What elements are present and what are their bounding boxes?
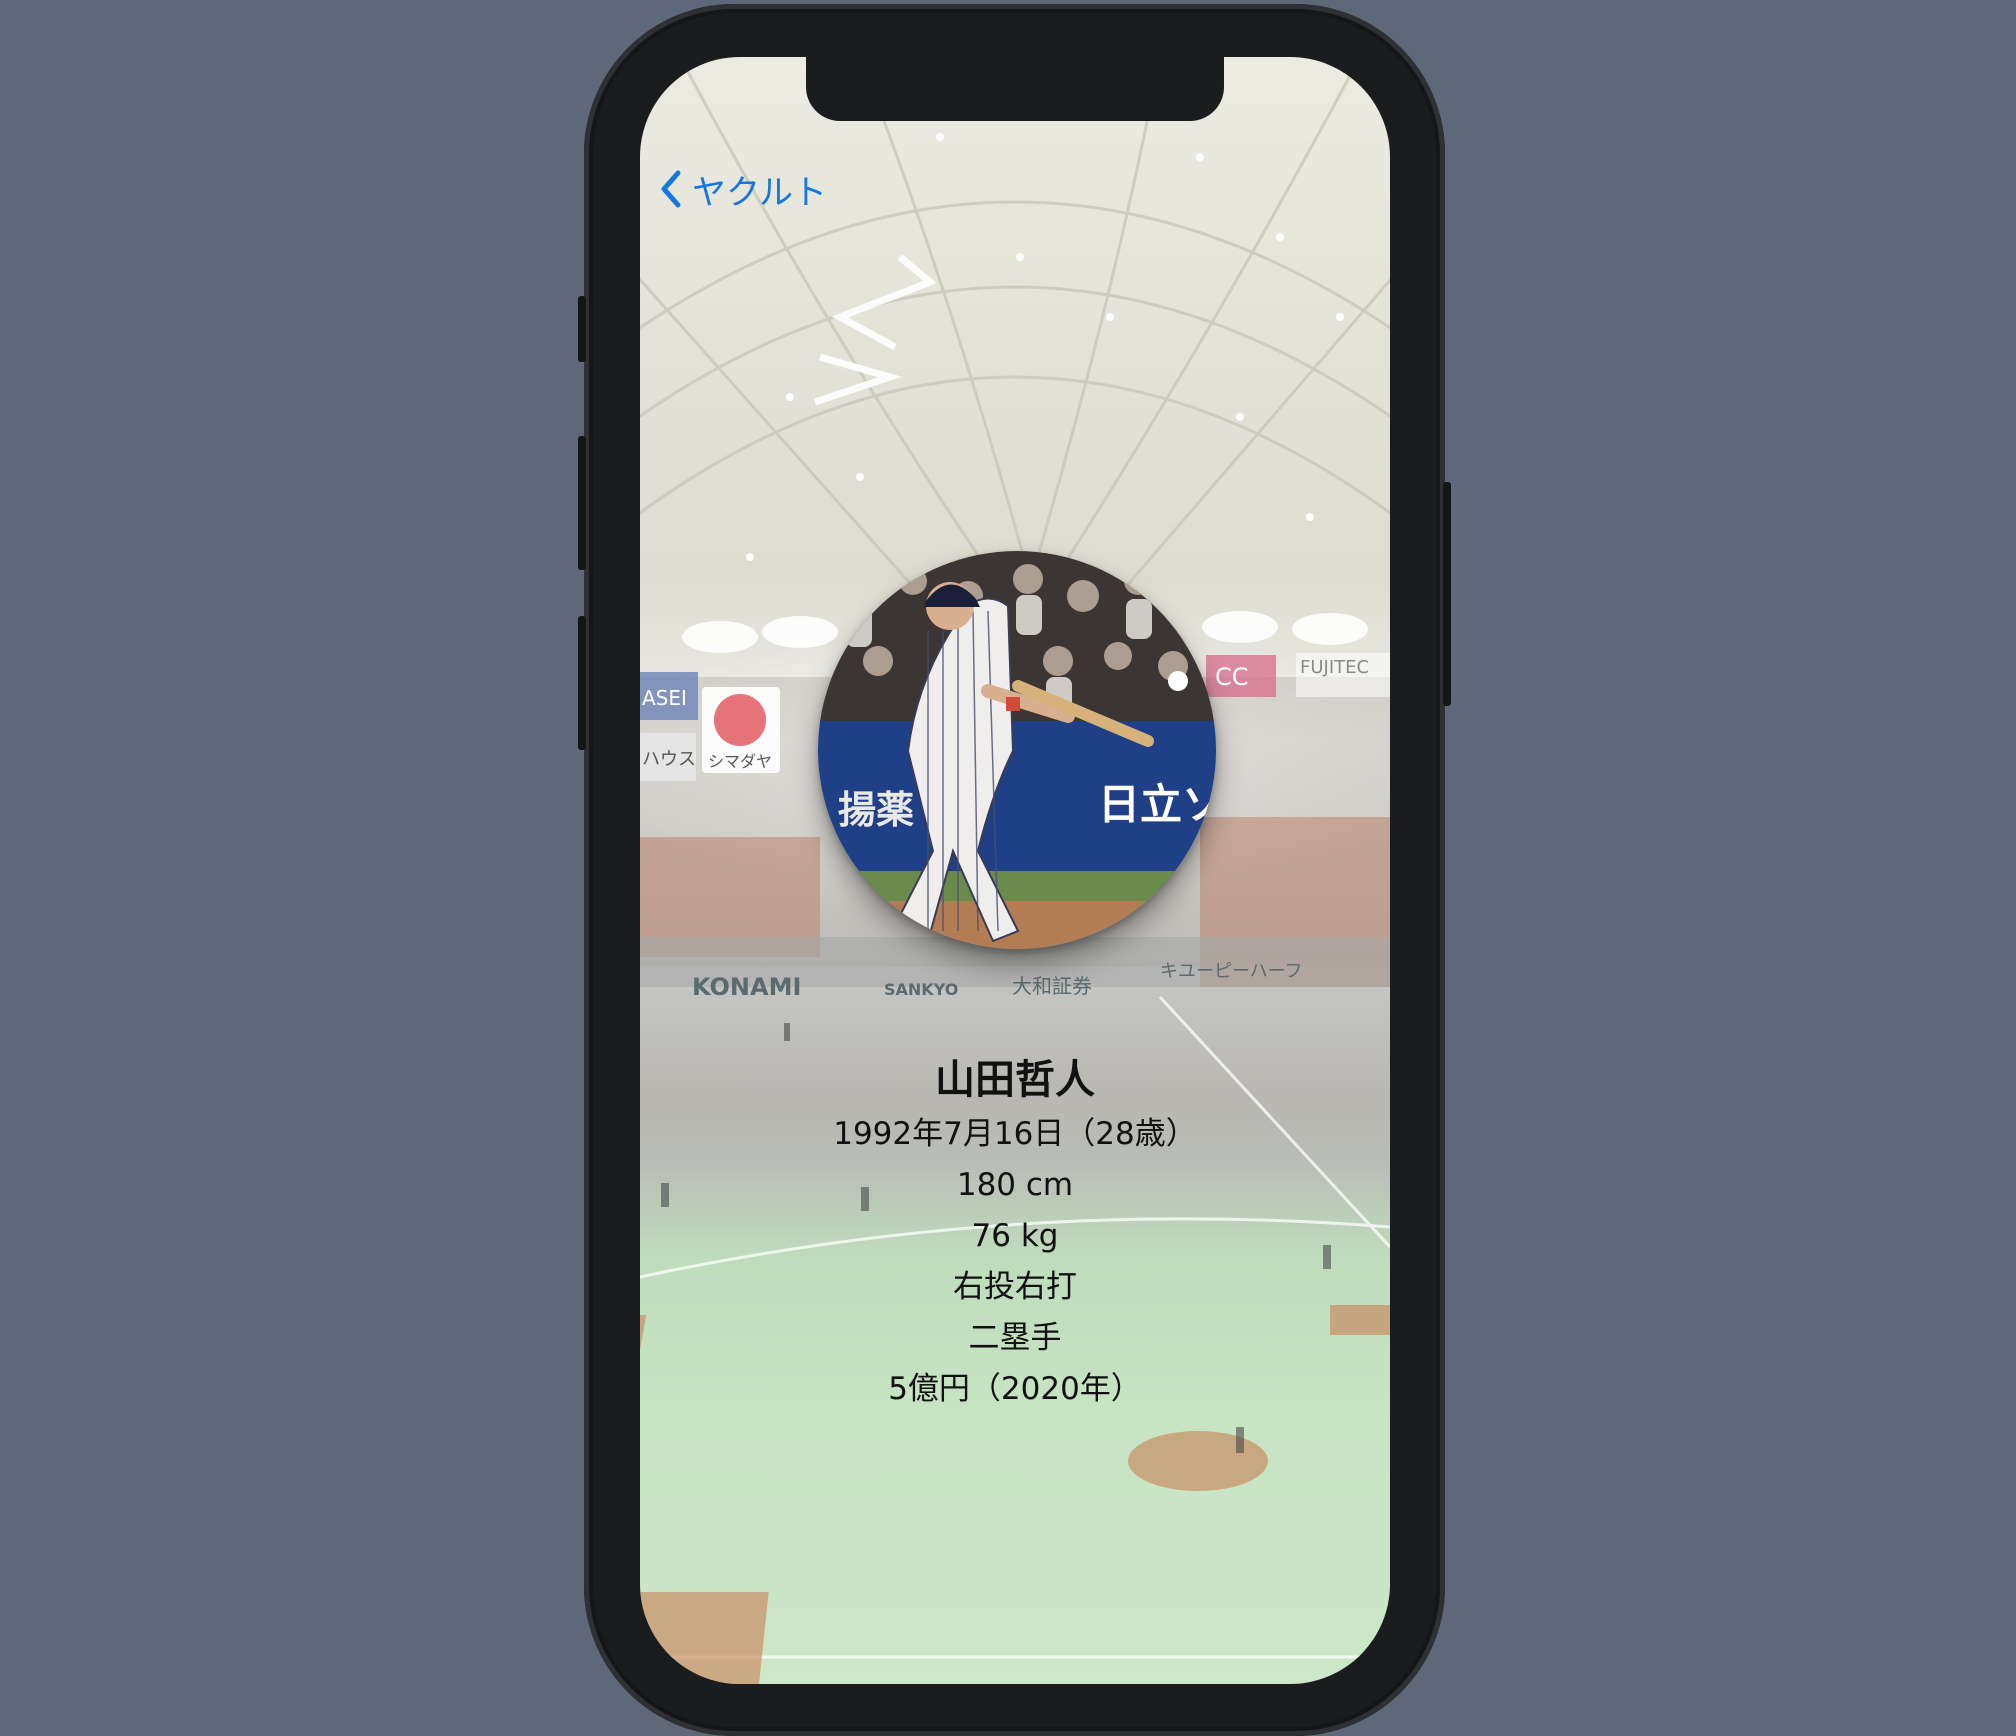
svg-text:CC: CC (1215, 663, 1249, 691)
player-name: 山田哲人 (935, 1057, 1095, 1103)
svg-text:ハウス: ハウス (642, 749, 696, 770)
svg-text:ASEI: ASEI (642, 686, 687, 710)
player-birthdate: 1992年7月16日（28歳） (833, 1116, 1197, 1152)
app-screen: ASEI シマダヤ ハウス CC FUJITEC KONAMI SANKYO 大… (640, 57, 1390, 1684)
back-button-label: ヤクルト (692, 172, 827, 213)
svg-text:大和証券: 大和証券 (1012, 974, 1092, 998)
svg-text:SANKYO: SANKYO (884, 980, 958, 999)
back-button[interactable]: ヤクルト (658, 167, 827, 213)
player-info: 山田哲人 1992年7月16日（28歳） 180 cm 76 kg 右投右打 二… (640, 1051, 1390, 1415)
player-photo-image: 日立ソ 揚薬 (818, 551, 1216, 949)
player-height: 180 cm (956, 1167, 1074, 1203)
svg-text:FUJITEC: FUJITEC (1300, 657, 1369, 678)
player-position: 二塁手 (968, 1320, 1062, 1356)
notch (806, 57, 1224, 121)
player-salary: 5億円（2020年） (888, 1371, 1142, 1407)
silent-switch (578, 296, 586, 362)
power-button (1443, 482, 1451, 706)
phone-frame: ASEI シマダヤ ハウス CC FUJITEC KONAMI SANKYO 大… (578, 4, 1451, 1736)
svg-text:キユーピーハーフ: キユーピーハーフ (1160, 961, 1303, 982)
player-weight: 76 kg (971, 1218, 1059, 1254)
player-throw-bat: 右投右打 (953, 1269, 1077, 1305)
svg-text:揚薬: 揚薬 (838, 788, 914, 832)
player-photo: 日立ソ 揚薬 (818, 551, 1216, 949)
svg-text:KONAMI: KONAMI (692, 973, 801, 1001)
svg-text:日立ソ: 日立ソ (1098, 780, 1216, 829)
volume-down-button (578, 616, 586, 750)
svg-text:シマダヤ: シマダヤ (708, 752, 772, 771)
volume-up-button (578, 436, 586, 570)
chevron-left-icon (661, 170, 681, 208)
